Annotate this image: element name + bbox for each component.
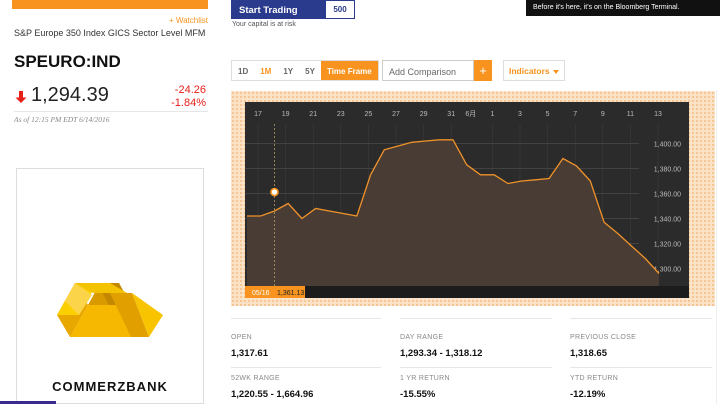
quote-page: + Watchlist S&P Europe 350 Index GICS Se…: [0, 0, 720, 404]
capital-risk-note: Your capital is at risk: [232, 21, 296, 28]
commerzbank-wordmark: COMMERZBANK: [52, 379, 168, 394]
divider: [14, 111, 208, 112]
time-frame-button[interactable]: Time Frame: [320, 61, 378, 80]
stat-value-open: 1,317.61: [231, 348, 268, 359]
hover-value-label: 1,361.13: [277, 290, 304, 297]
ticker-symbol: SPEURO:IND: [14, 52, 121, 71]
stat-value-ytd-return: -12.19%: [570, 389, 606, 400]
commerzbank-logo: [57, 283, 163, 337]
stats-divider: [570, 318, 712, 319]
right-column-divider: [716, 90, 717, 404]
x-tick-label: 27: [392, 111, 400, 118]
stat-value-1yr-return: -15.55%: [400, 389, 436, 400]
stat-value-previous-close: 1,318.65: [570, 348, 607, 359]
commerzbank-ad[interactable]: COMMERZBANK: [16, 168, 204, 404]
stat-label-open: OPEN: [231, 334, 253, 341]
stats-divider: [231, 318, 381, 319]
quote-sidebar: + Watchlist S&P Europe 350 Index GICS Se…: [0, 0, 218, 404]
add-to-watchlist-link[interactable]: + Watchlist: [169, 16, 208, 25]
stat-value-52wk-range: 1,220.55 - 1,664.96: [231, 389, 314, 400]
x-tick-label: 25: [365, 111, 373, 118]
stat-label-1yr-return: 1 YR RETURN: [400, 375, 450, 382]
timeframe-1d[interactable]: 1D: [232, 61, 254, 80]
x-tick-label: 11: [627, 111, 634, 118]
trade-logo[interactable]: 500: [325, 0, 355, 19]
add-comparison-button[interactable]: +: [474, 60, 492, 81]
x-tick-label: 31: [447, 111, 455, 118]
stats-divider: [400, 318, 552, 319]
section-accent-bar: [12, 0, 208, 9]
caret-down-icon: [552, 69, 559, 74]
timeframe-1y[interactable]: 1Y: [277, 61, 299, 80]
x-tick-label: 6月: [465, 110, 476, 118]
stat-label-previous-close: PREVIOUS CLOSE: [570, 334, 637, 341]
price-change-percent: -1.84%: [171, 97, 206, 109]
x-tick-label: 1: [490, 111, 494, 118]
x-tick-label: 19: [282, 111, 290, 118]
price-chart[interactable]: 1,400.00 1,380.00 1,360.00 1,340.00 1,320.00…: [231, 91, 715, 306]
as-of-timestamp: As of 12:15 PM EDT 6/14/2016: [14, 115, 110, 124]
stat-value-day-range: 1,293.34 - 1,318.12: [400, 348, 483, 359]
timeframe-5y[interactable]: 5Y: [299, 61, 321, 80]
x-tick-label: 23: [337, 111, 345, 118]
x-tick-label: 29: [420, 111, 428, 118]
x-tick-label: 3: [518, 111, 522, 118]
date-axis-bar: [245, 286, 689, 298]
price-change: -24.26: [174, 84, 206, 96]
stats-divider: [231, 367, 381, 368]
stat-label-52wk-range: 52WK RANGE: [231, 375, 280, 382]
x-tick-label: 17: [254, 111, 262, 118]
bloomberg-terminal-banner[interactable]: Before it's here, it's on the Bloomberg …: [526, 0, 720, 16]
hover-date-label: 05/16: [252, 290, 270, 297]
stat-label-ytd-return: YTD RETURN: [570, 375, 619, 382]
indicators-label: Indicators: [509, 66, 550, 76]
add-comparison-input[interactable]: Add Comparison: [382, 60, 474, 81]
hover-point: [270, 187, 279, 197]
stats-divider: [570, 367, 712, 368]
x-tick-label: 21: [309, 111, 317, 118]
price-chart-svg[interactable]: 1,400.001,380.001,360.001,340.001,320.00…: [231, 91, 715, 306]
x-tick-label: 7: [573, 111, 577, 118]
down-arrow-icon: [15, 91, 27, 103]
stat-label-day-range: DAY RANGE: [400, 334, 444, 341]
start-trading-button[interactable]: Start Trading: [231, 0, 325, 19]
indicators-dropdown[interactable]: Indicators: [503, 60, 565, 81]
timeframe-1m[interactable]: 1M: [254, 61, 277, 80]
x-tick-label: 9: [601, 111, 605, 118]
stats-divider: [400, 367, 552, 368]
last-price: 1,294.39: [31, 84, 109, 106]
timeframe-selector: 1D 1M 1Y 5Y Time Frame: [231, 60, 379, 81]
x-tick-label: 5: [546, 111, 550, 118]
security-name: S&P Europe 350 Index GICS Sector Level M…: [14, 28, 206, 38]
x-tick-label: 13: [654, 111, 662, 118]
